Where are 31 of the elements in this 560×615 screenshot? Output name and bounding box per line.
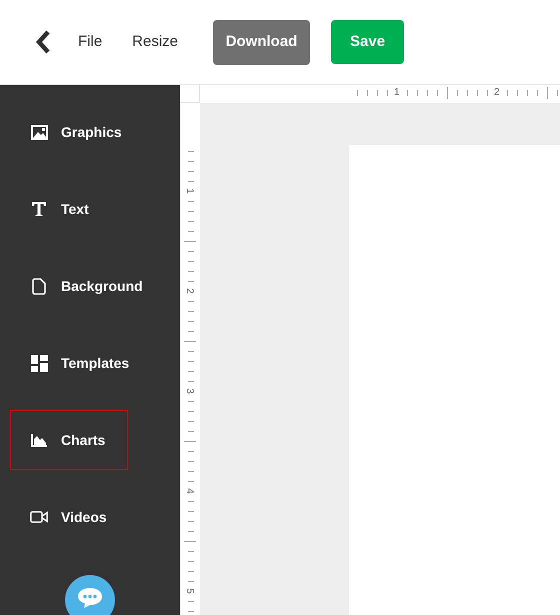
sidebar-label: Background [61, 276, 143, 296]
back-chevron-icon[interactable] [35, 30, 51, 54]
sidebar-label: Charts [61, 430, 106, 450]
sidebar-label: Templates [61, 354, 130, 373]
sidebar-item[interactable]: Templates [10, 333, 138, 393]
sidebar-item[interactable]: Charts [10, 410, 128, 470]
sidebar-item[interactable]: Background [10, 256, 152, 316]
ruler-number: 1 [184, 188, 194, 194]
menu-item[interactable]: File [78, 30, 102, 54]
speech-bubble-icon [77, 587, 103, 609]
sidebar-item[interactable]: Graphics [10, 102, 131, 162]
ruler-number: 2 [494, 87, 500, 99]
sidebar-label: Graphics [61, 122, 122, 142]
document-icon [32, 278, 46, 294]
ruler-number: 3 [184, 388, 194, 394]
sidebar-item[interactable]: Videos [10, 487, 128, 547]
image-icon [30, 124, 48, 140]
download-button[interactable]: Download [213, 20, 310, 64]
menu-item[interactable]: Resize [132, 30, 178, 54]
ruler-number: 2 [184, 288, 194, 294]
ruler-number: 4 [184, 488, 194, 494]
area-chart-icon [31, 434, 47, 446]
sidebar-label: Videos [61, 508, 107, 526]
video-camera-icon [30, 510, 48, 524]
sidebar-item[interactable]: Text [10, 179, 128, 239]
layout-icon [30, 354, 48, 372]
letter-t-icon [31, 201, 47, 217]
sidebar-label: Text [61, 200, 89, 218]
ruler-number: 1 [394, 87, 400, 99]
ruler-number: 5 [184, 588, 194, 594]
chat-button[interactable] [65, 575, 115, 615]
